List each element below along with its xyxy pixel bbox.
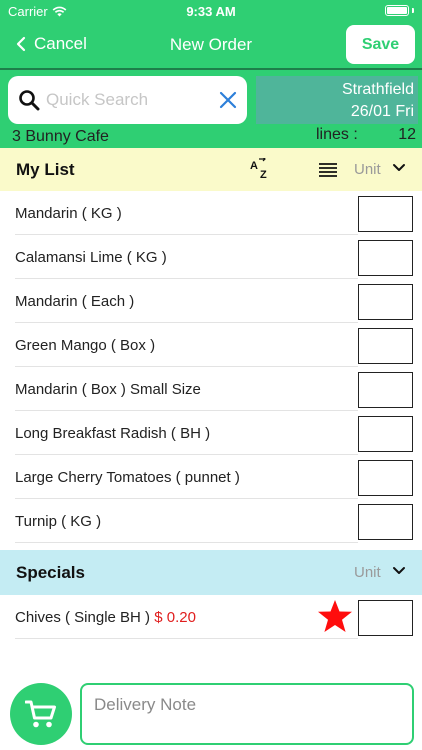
item-name: Green Mango ( Box ) (15, 337, 156, 354)
item-name: Mandarin ( KG ) (15, 205, 122, 222)
row-divider (15, 542, 358, 543)
chevron-down-icon[interactable] (392, 566, 406, 576)
my-list: Mandarin ( KG ) Calamansi Lime ( KG ) Ma… (0, 191, 422, 543)
item-name: Mandarin ( Each ) (15, 293, 135, 310)
my-list-title: My List (16, 159, 75, 179)
special-item-label: Chives ( Single BH ) $ 0.20 (15, 609, 196, 626)
quantity-input[interactable] (358, 504, 413, 540)
customer-name: 3 Bunny Cafe (12, 128, 109, 145)
cart-button[interactable] (10, 683, 72, 745)
quantity-input[interactable] (358, 240, 413, 276)
list-icon[interactable] (318, 162, 338, 178)
svg-text:Z: Z (260, 169, 267, 180)
clock: 9:33 AM (186, 4, 236, 19)
list-item[interactable]: Long Breakfast Radish ( BH ) (0, 411, 422, 455)
save-button[interactable]: Save (346, 25, 415, 64)
unit-selector[interactable]: Unit (354, 564, 381, 581)
list-item[interactable]: Mandarin ( Box ) Small Size (0, 367, 422, 411)
specials-title: Specials (16, 562, 85, 582)
search-placeholder: Quick Search (46, 90, 149, 109)
quantity-input[interactable] (358, 416, 413, 452)
row-divider (15, 638, 358, 639)
location-panel[interactable]: Strathfield 26/01 Fri (256, 76, 418, 124)
quantity-input[interactable] (358, 600, 413, 636)
lines-count: 12 (398, 126, 416, 143)
location-suburb: Strathfield (341, 81, 414, 98)
list-item[interactable]: Large Cherry Tomatoes ( punnet ) (0, 455, 422, 499)
item-name: Large Cherry Tomatoes ( punnet ) (15, 469, 240, 486)
quantity-input[interactable] (358, 372, 413, 408)
sort-az-icon[interactable]: A Z (250, 158, 274, 180)
list-item[interactable]: Green Mango ( Box ) (0, 323, 422, 367)
item-price: $ 0.20 (154, 609, 196, 626)
list-item[interactable]: Calamansi Lime ( KG ) (0, 235, 422, 279)
list-item[interactable]: Mandarin ( Each ) (0, 279, 422, 323)
delivery-date: 26/01 Fri (350, 103, 414, 120)
navigation-bar: Cancel New Order Save (0, 22, 422, 68)
chevron-down-icon[interactable] (392, 163, 406, 173)
quantity-input[interactable] (358, 460, 413, 496)
quantity-input[interactable] (358, 284, 413, 320)
star-icon (318, 600, 352, 632)
item-name: Turnip ( KG ) (15, 513, 102, 530)
search-input[interactable]: Quick Search (8, 76, 247, 124)
bottom-bar: Delivery Note (0, 680, 422, 750)
unit-selector[interactable]: Unit (354, 161, 381, 178)
quantity-input[interactable] (358, 196, 413, 232)
lines-label: lines : (316, 126, 358, 143)
list-item[interactable]: Turnip ( KG ) (0, 499, 422, 543)
quantity-input[interactable] (358, 328, 413, 364)
delivery-note-placeholder: Delivery Note (94, 695, 197, 714)
battery-icon (385, 5, 414, 16)
status-bar: Carrier 9:33 AM (0, 0, 422, 22)
delivery-note-input[interactable]: Delivery Note (80, 683, 414, 745)
specials-header: Specials Unit (0, 550, 422, 595)
order-header: Quick Search Strathfield 26/01 Fri 3 Bun… (0, 68, 422, 148)
search-icon (19, 90, 40, 111)
clear-icon[interactable] (219, 91, 237, 109)
list-item[interactable]: Mandarin ( KG ) (0, 191, 422, 235)
svg-text:A: A (250, 160, 258, 172)
cart-icon (25, 700, 56, 728)
item-name: Mandarin ( Box ) Small Size (15, 381, 201, 398)
my-list-header: My List A Z Unit (0, 148, 422, 191)
item-name: Calamansi Lime ( KG ) (15, 249, 167, 266)
item-name: Chives ( Single BH ) (15, 609, 151, 626)
item-name: Long Breakfast Radish ( BH ) (15, 425, 211, 442)
special-item[interactable]: Chives ( Single BH ) $ 0.20 (0, 595, 422, 639)
